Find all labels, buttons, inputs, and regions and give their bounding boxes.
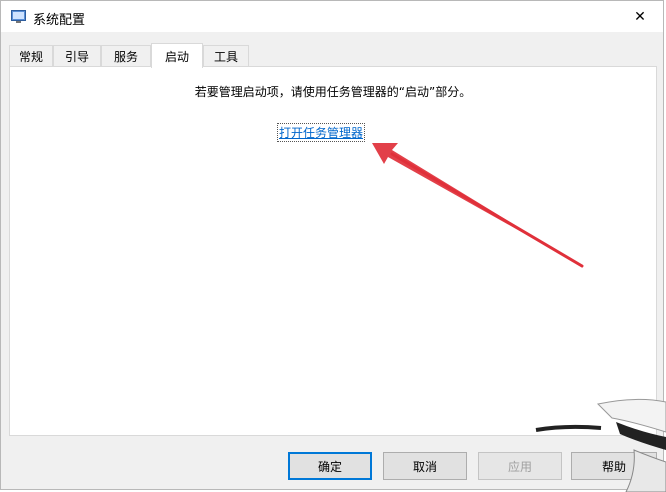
tab-startup[interactable]: 启动 xyxy=(151,43,203,68)
open-task-manager-link[interactable]: 打开任务管理器 xyxy=(276,123,366,142)
tab-services[interactable]: 服务 xyxy=(101,45,151,67)
close-button[interactable]: ✕ xyxy=(617,1,663,32)
tab-strip: 常规 引导 服务 启动 工具 xyxy=(9,43,655,68)
startup-info-text: 若要管理启动项，请使用任务管理器的“启动”部分。 xyxy=(194,85,472,99)
cancel-button[interactable]: 取消 xyxy=(383,452,467,480)
title-bar[interactable]: 系统配置 ✕ xyxy=(1,1,663,32)
system-config-window: 系统配置 ✕ 常规 引导 服务 启动 工具 若要管理启动项，请使用任务管理器的“… xyxy=(0,0,664,490)
tab-tools[interactable]: 工具 xyxy=(203,45,249,67)
tab-boot[interactable]: 引导 xyxy=(53,45,101,67)
system-config-icon xyxy=(11,9,26,24)
startup-panel: 若要管理启动项，请使用任务管理器的“启动”部分。 打开任务管理器 xyxy=(9,66,657,436)
ok-button[interactable]: 确定 xyxy=(288,452,372,480)
tab-general[interactable]: 常规 xyxy=(9,45,53,67)
help-button[interactable]: 帮助 xyxy=(571,452,657,480)
window-title: 系统配置 xyxy=(33,13,86,28)
apply-button[interactable]: 应用 xyxy=(478,452,562,480)
close-icon: ✕ xyxy=(634,8,646,25)
